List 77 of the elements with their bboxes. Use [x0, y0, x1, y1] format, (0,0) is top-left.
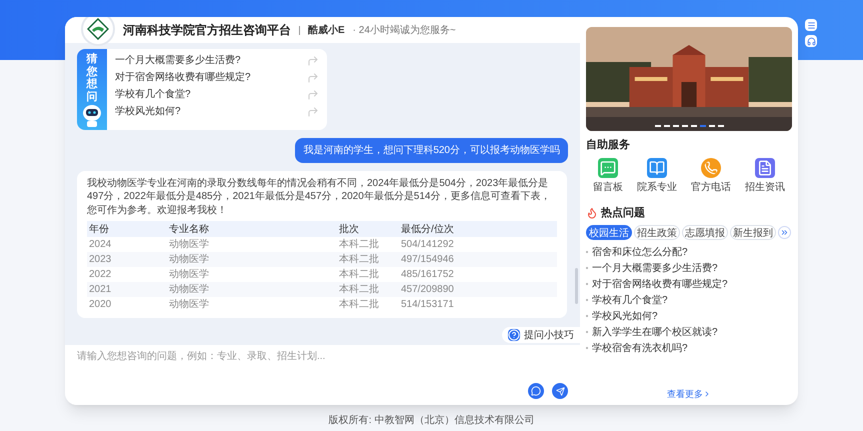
site-title: 河南科技学院官方招生咨询平台 [123, 22, 291, 39]
reply-arrow-icon [307, 54, 319, 66]
hot-question[interactable]: 学校宿舍有洗衣机吗? [586, 340, 792, 356]
chevron-right-icon [703, 390, 711, 398]
table-cell-text: 457/209890 [401, 283, 455, 298]
hot-question[interactable]: 一个月大概需要多少生活费? [586, 260, 792, 276]
user-message: 我是河南的学生，想问下理科520分，可以报考动物医学吗 [295, 138, 568, 163]
table-cell-text: 本科二批 [339, 238, 380, 252]
answer-text: 我校动物医学专业在河南的录取分数线每年的情况会稍有不同，2024年最低分是504分，2023年最低分是497分，2022年最低分是485分，2021年最低分是457分，2020年最低分是514分，更多信息可查看下表，您可作为参考。欢迎报考我校！ [87, 176, 552, 218]
service-item[interactable]: 招生资讯 [745, 158, 785, 194]
scroll-right-button[interactable] [778, 226, 791, 239]
suggested-question[interactable]: 对于宿舍网络收费有哪些规定? [115, 69, 319, 86]
table-cell-text: 动物医学 [169, 253, 210, 268]
table-cell-text: 514/153171 [401, 298, 455, 312]
menu-icon [806, 20, 816, 30]
hot-question[interactable]: 宿舍和床位怎么分配? [586, 244, 792, 260]
table-cell-text: 本科二批 [339, 252, 380, 268]
table-cell-text: 动物医学 [169, 283, 210, 298]
category-tab[interactable]: 新生报到 [730, 225, 776, 240]
table-cell-text: 动物医学 [169, 268, 210, 282]
section-title: 自助服务 [586, 138, 631, 153]
banner-title: 猜您想问 [86, 53, 98, 104]
chat-icon [531, 386, 541, 396]
help-icon [508, 329, 520, 341]
assistant-name: 酷威小E [308, 24, 345, 38]
hot-question[interactable]: 学校风光如何? [586, 308, 792, 324]
more-link[interactable]: 查看更多 [667, 388, 711, 401]
copyright-text: 版权所有: 中教智网（北京）信息技术有限公司 [328, 414, 534, 428]
column-header: 最低分/位次 [401, 222, 455, 237]
tagline: · 24小时竭诚为您服务~ [352, 24, 456, 38]
chat-button[interactable] [528, 383, 544, 399]
document-icon [755, 158, 775, 178]
headset-icon [806, 36, 816, 46]
table-cell-text: 本科二批 [339, 268, 380, 282]
suggested-question[interactable]: 学校有几个食堂? [115, 86, 319, 103]
service-item[interactable]: 官方电话 [691, 158, 731, 194]
suggested-question[interactable]: 一个月大概需要多少生活费? [115, 52, 319, 69]
column-header: 年份 [89, 222, 110, 237]
category-tab[interactable]: 校园生活 [586, 225, 632, 240]
reply-arrow-icon [307, 88, 319, 100]
chat-bubble-icon [598, 158, 618, 178]
book-icon [647, 158, 667, 178]
table-cell-text: 本科二批 [339, 282, 380, 298]
double-chevron-icon [780, 228, 789, 237]
table-cell-text: 485/161752 [401, 268, 455, 282]
table-cell-text: 2020 [89, 298, 112, 312]
support-button[interactable] [805, 35, 817, 47]
send-button[interactable] [552, 383, 568, 399]
section-title: 热点问题 [601, 206, 645, 220]
column-header: 专业名称 [169, 222, 210, 237]
tips-button[interactable]: 提问小技巧 [502, 327, 580, 343]
reply-arrow-icon [307, 72, 319, 84]
hot-question[interactable]: 新入学学生在哪个校区就读? [586, 324, 792, 340]
table-cell-text: 497/154946 [401, 253, 455, 268]
category-tab[interactable]: 招生政策 [634, 225, 680, 240]
phone-icon [701, 158, 721, 178]
scrollbar [575, 268, 578, 304]
menu-button[interactable] [805, 19, 817, 31]
table-cell-text: 2023 [89, 253, 112, 268]
category-tab[interactable]: 志愿填报 [682, 225, 728, 240]
table-cell-text: 动物医学 [169, 298, 210, 312]
hot-question[interactable]: 学校有几个食堂? [586, 292, 792, 308]
flame-icon [586, 206, 598, 219]
table-cell-text: 2022 [89, 268, 112, 282]
send-icon [556, 386, 564, 396]
hot-question[interactable]: 对于宿舍网络收费有哪些规定? [586, 276, 792, 292]
robot-icon [81, 104, 103, 128]
table-cell-text: 2024 [89, 238, 112, 252]
table-cell-text: 2021 [89, 283, 112, 298]
service-item[interactable]: 留言板 [593, 158, 623, 194]
table-cell-text: 504/141292 [401, 238, 455, 252]
service-item[interactable]: 院系专业 [637, 158, 677, 194]
column-header: 批次 [339, 222, 360, 237]
table-cell-text: 动物医学 [169, 238, 210, 252]
table-cell-text: 本科二批 [339, 298, 380, 312]
reply-arrow-icon [307, 106, 319, 118]
suggested-question[interactable]: 学校风光如何? [115, 103, 319, 120]
